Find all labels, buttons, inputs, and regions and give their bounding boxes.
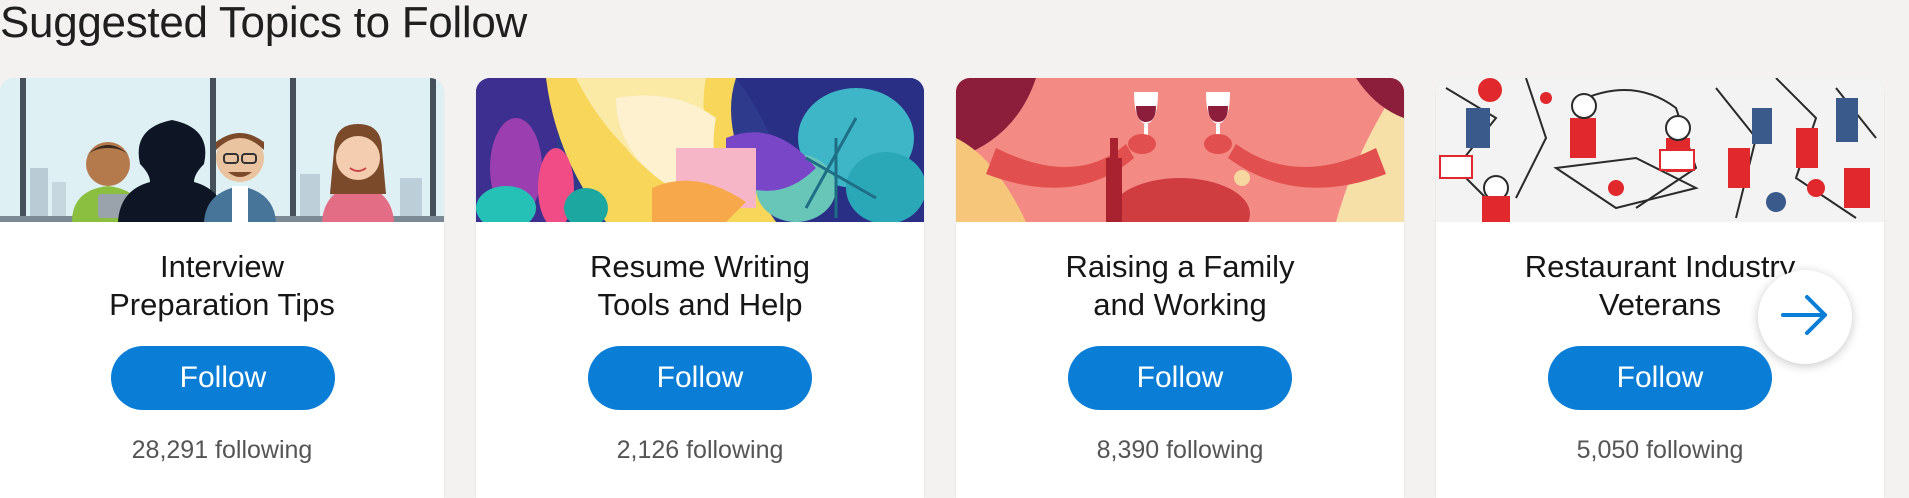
arrow-right-icon bbox=[1779, 289, 1831, 346]
topic-title: Raising a Family and Working bbox=[956, 248, 1404, 324]
follow-button[interactable]: Follow bbox=[588, 346, 812, 410]
topic-title-line1: Raising a Family bbox=[1065, 249, 1295, 284]
topic-title: Interview Preparation Tips bbox=[0, 248, 444, 324]
follow-button[interactable]: Follow bbox=[111, 346, 335, 410]
follower-count: 2,126 following bbox=[616, 436, 784, 464]
topic-image-resume bbox=[476, 78, 924, 222]
topic-image-family bbox=[956, 78, 1404, 222]
follower-count: 8,390 following bbox=[1096, 436, 1264, 464]
follow-button[interactable]: Follow bbox=[1068, 346, 1292, 410]
topic-title-line1: Interview bbox=[159, 249, 285, 284]
topic-title-line2: Tools and Help bbox=[597, 287, 803, 322]
topic-image-interview bbox=[0, 78, 444, 222]
topic-title-line2: and Working bbox=[1093, 287, 1267, 322]
carousel-next-button[interactable] bbox=[1758, 270, 1852, 364]
section-title: Suggested Topics to Follow bbox=[0, 0, 528, 47]
topic-card-interview-preparation-tips[interactable]: Interview Preparation Tips Follow 28,291… bbox=[0, 78, 444, 498]
topic-card-raising-a-family[interactable]: Raising a Family and Working Follow 8,39… bbox=[956, 78, 1404, 498]
follower-count: 5,050 following bbox=[1576, 436, 1744, 464]
topic-title: Resume Writing Tools and Help bbox=[476, 248, 924, 324]
topic-title-line1: Resume Writing bbox=[590, 249, 810, 284]
follower-count: 28,291 following bbox=[131, 436, 313, 464]
topic-image-restaurant bbox=[1436, 78, 1884, 222]
follow-button[interactable]: Follow bbox=[1548, 346, 1772, 410]
topic-title-line2: Preparation Tips bbox=[109, 287, 335, 322]
topic-card-resume-writing[interactable]: Resume Writing Tools and Help Follow 2,1… bbox=[476, 78, 924, 498]
